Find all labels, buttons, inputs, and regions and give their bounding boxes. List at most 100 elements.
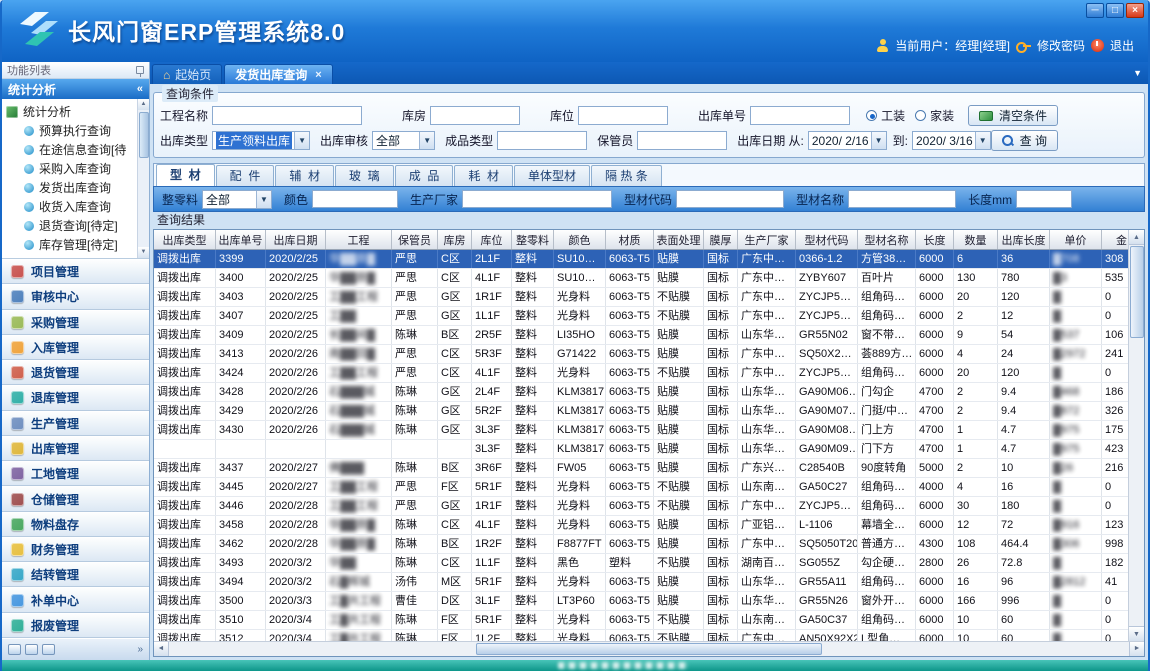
scroll-up-icon[interactable]: ▲ (1129, 230, 1144, 245)
warehouse-input[interactable] (430, 106, 520, 125)
tab-close-icon[interactable]: × (315, 69, 321, 81)
table-row[interactable]: 调拨出库34622020/2/28华▓▓原▓陈琳B区1R2F整料F8877FT6… (154, 535, 1128, 554)
material-tab[interactable]: 配 件 (216, 165, 275, 186)
collapse-icon[interactable]: « (137, 83, 143, 95)
scroll-down-icon[interactable]: ▼ (1129, 626, 1144, 641)
keeper-input[interactable] (637, 131, 727, 150)
chevron-down-icon[interactable]: ▼ (871, 132, 886, 149)
profile-code-input[interactable] (676, 190, 784, 208)
table-row[interactable]: 调拨出库34092020/2/25长▓▓间▓陈琳B区2R5F整料LI35HO60… (154, 326, 1128, 345)
sidebar-module[interactable]: 审核中心 (2, 284, 149, 309)
close-button[interactable]: × (1126, 3, 1144, 18)
table-row[interactable]: 调拨出库34002020/2/25华▓▓原▓严思C区4L1F整料SU10…606… (154, 269, 1128, 288)
audit-select[interactable]: 全部 ▼ (372, 131, 435, 150)
column-header[interactable]: 出库单号 (216, 230, 266, 249)
maximize-button[interactable]: □ (1106, 3, 1124, 18)
scroll-up-icon[interactable]: ▲ (138, 99, 149, 110)
sidebar-module[interactable]: 财务管理 (2, 537, 149, 562)
column-header[interactable]: 型材名称 (858, 230, 916, 249)
sidebar-module[interactable]: 退库管理 (2, 385, 149, 410)
column-header[interactable]: 出库长度 (998, 230, 1050, 249)
sidebar-module[interactable]: 报废管理 (2, 613, 149, 638)
grid-hscrollbar[interactable]: ◄ ► (154, 641, 1144, 656)
table-row[interactable]: 调拨出库35102020/3/4工▓共工程陈琳F区5R1F整料光身料6063-T… (154, 611, 1128, 630)
tree-item[interactable]: 采购入库查询 (6, 159, 135, 178)
column-header[interactable]: 材质 (606, 230, 654, 249)
scroll-left-icon[interactable]: ◄ (154, 642, 169, 656)
column-header[interactable]: 出库类型 (154, 230, 216, 249)
tab-start[interactable]: ⌂起始页 (152, 64, 222, 84)
product-type-input[interactable] (497, 131, 587, 150)
monitor-icon[interactable] (25, 644, 38, 655)
length-input[interactable] (1016, 190, 1072, 208)
table-row[interactable]: 调拨出库34282020/2/26石▓▓▓城陈琳G区2L4F整料KLM38176… (154, 383, 1128, 402)
table-row[interactable]: 调拨出库34292020/2/26石▓▓▓城陈琳G区5R2F整料KLM38176… (154, 402, 1128, 421)
date-from-picker[interactable]: 2020/ 2/16 ▼ (808, 131, 887, 150)
date-to-picker[interactable]: 2020/ 3/16 ▼ (912, 131, 991, 150)
chevron-down-icon[interactable]: ▼ (419, 132, 434, 149)
sidebar-module[interactable]: 入库管理 (2, 335, 149, 360)
tree-scrollbar-thumb[interactable] (139, 112, 149, 158)
whole-scrap-select[interactable]: 全部 ▼ (202, 190, 272, 209)
table-row[interactable]: 调拨出库34582020/2/28华▓▓原▓陈琳C区4L1F整料光身料6063-… (154, 516, 1128, 535)
order-no-input[interactable] (750, 106, 850, 125)
tree-scrollbar[interactable]: ▲ ▼ (137, 99, 149, 258)
tab-list-dropdown-icon[interactable]: ▼ (1133, 68, 1142, 78)
search-button[interactable]: 查 询 (991, 130, 1058, 151)
tab-shipping-outbound-query[interactable]: 发货出库查询× (224, 64, 332, 84)
table-row[interactable]: 调拨出库34462020/2/28工▓▓工程严思G区1R1F整料光身料6063-… (154, 497, 1128, 516)
sidebar-module[interactable]: 仓储管理 (2, 486, 149, 511)
table-row[interactable]: 调拨出库34372020/2/27佛▓▓▓陈琳B区3R6F整料FW056063-… (154, 459, 1128, 478)
column-header[interactable]: 出库日期 (266, 230, 326, 249)
grid-vscrollbar[interactable]: ▲ ▼ (1128, 230, 1144, 641)
table-row[interactable]: 调拨出库34132020/2/26南▓▓回▓严思C区5R3F整料G7142260… (154, 345, 1128, 364)
material-tab[interactable]: 成 品 (395, 165, 454, 186)
sidebar-module[interactable]: 项目管理 (2, 259, 149, 284)
vscrollbar-thumb[interactable] (1130, 246, 1144, 338)
sidebar-module[interactable]: 结转管理 (2, 562, 149, 587)
folder-icon[interactable] (42, 644, 55, 655)
filter-color-input[interactable] (312, 190, 398, 208)
column-header[interactable]: 表面处理 (654, 230, 704, 249)
chevron-down-icon[interactable]: ▼ (975, 132, 990, 149)
scroll-right-icon[interactable]: ► (1129, 642, 1144, 656)
material-tab[interactable]: 玻 璃 (335, 165, 394, 186)
hscrollbar-track[interactable] (169, 642, 1129, 656)
sidebar-module[interactable]: 采购管理 (2, 310, 149, 335)
material-tab[interactable]: 隔 热 条 (591, 165, 662, 186)
clear-conditions-button[interactable]: 清空条件 (968, 105, 1058, 126)
sidebar-module[interactable]: 生产管理 (2, 411, 149, 436)
logout-link[interactable]: 退出 (1110, 37, 1134, 54)
column-header[interactable]: 库房 (438, 230, 472, 249)
hscrollbar-thumb[interactable] (476, 643, 822, 655)
tree-item[interactable]: 库存管理[待定] (6, 235, 135, 254)
column-header[interactable]: 颜色 (554, 230, 606, 249)
column-header[interactable]: 整零料 (512, 230, 554, 249)
pin-icon[interactable] (136, 66, 144, 74)
table-row[interactable]: 调拨出库35122020/3/4工▓共工程陈琳F区1L2F整料光身料6063-T… (154, 630, 1128, 641)
minimize-button[interactable]: ─ (1086, 3, 1104, 18)
radio-workwear[interactable]: 工装 (866, 107, 905, 124)
table-row[interactable]: 调拨出库34032020/2/25工▓▓工程严思G区1R1F整料光身料6063-… (154, 288, 1128, 307)
table-row[interactable]: 调拨出库34452020/2/27工▓▓工程严思F区5R1F整料光身料6063-… (154, 478, 1128, 497)
tree-item[interactable]: 在途信息查询[待 (6, 140, 135, 159)
manufacturer-input[interactable] (462, 190, 612, 208)
table-row[interactable]: 调拨出库34242020/2/26工▓▓工程严思C区4L1F整料光身料6063-… (154, 364, 1128, 383)
column-header[interactable]: 单价 (1050, 230, 1102, 249)
table-row[interactable]: 调拨出库35002020/3/3工▓共工程曹佳D区3L1F整料LT3P60606… (154, 592, 1128, 611)
tree-item[interactable]: 退货查询[待定] (6, 216, 135, 235)
column-header[interactable]: 工程 (326, 230, 392, 249)
table-row[interactable]: 调拨出库34942020/3/2石▓辉城汤伟M区5R1F整料光身料6063-T5… (154, 573, 1128, 592)
material-tab[interactable]: 辅 材 (275, 165, 334, 186)
table-row[interactable]: 调拨出库34932020/3/2华▓▓陈琳C区1L1F整料黑色塑料不贴膜国标湖南… (154, 554, 1128, 573)
column-header[interactable]: 库位 (472, 230, 512, 249)
tree-root[interactable]: 统计分析 (6, 102, 135, 121)
sidebar-module[interactable]: 补单中心 (2, 587, 149, 612)
sidebar-module[interactable]: 工地管理 (2, 461, 149, 486)
expand-icon[interactable]: » (137, 644, 143, 655)
table-row[interactable]: 3L3F整料KLM38176063-T5贴膜国标山东华…GA90M09…门下方4… (154, 440, 1128, 459)
chevron-down-icon[interactable]: ▼ (256, 191, 271, 208)
column-header[interactable]: 长度 (916, 230, 954, 249)
change-password-link[interactable]: 修改密码 (1037, 37, 1085, 54)
location-input[interactable] (578, 106, 668, 125)
